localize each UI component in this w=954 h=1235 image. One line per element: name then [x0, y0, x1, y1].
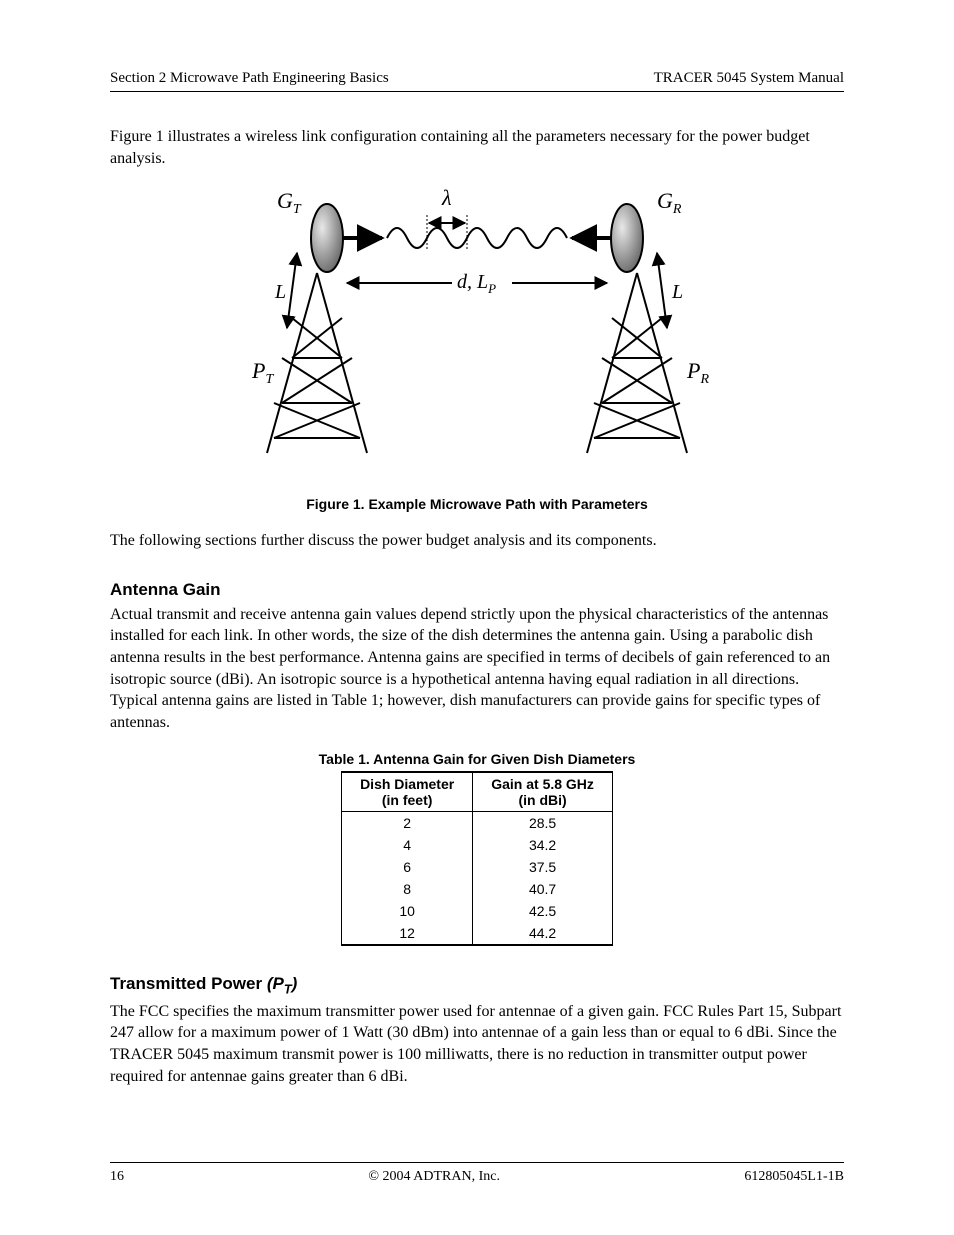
lambda-label: λ — [441, 185, 452, 210]
pr-label: PR — [686, 358, 709, 387]
gr-label: GR — [657, 188, 682, 217]
page: Section 2 Microwave Path Engineering Bas… — [0, 0, 954, 1235]
page-header: Section 2 Microwave Path Engineering Bas… — [110, 70, 844, 92]
table-row: 840.7 — [342, 878, 613, 900]
l-left-label: L — [274, 281, 286, 303]
page-footer: 16 © 2004 ADTRAN, Inc. 612805045L1-1B — [110, 1162, 844, 1185]
header-left: Section 2 Microwave Path Engineering Bas… — [110, 70, 389, 87]
footer-page-number: 16 — [110, 1169, 124, 1185]
table-row: 1042.5 — [342, 900, 613, 922]
header-right: TRACER 5045 System Manual — [654, 70, 844, 87]
footer-doc-number: 612805045L1-1B — [744, 1169, 844, 1185]
transmitted-power-paragraph: The FCC specifies the maximum transmitte… — [110, 1001, 844, 1087]
intro-paragraph: Figure 1 illustrates a wireless link con… — [110, 126, 844, 169]
footer-copyright: © 2004 ADTRAN, Inc. — [368, 1169, 500, 1185]
table-row: 228.5 — [342, 812, 613, 835]
pt-label: PT — [251, 358, 274, 387]
transmitted-power-heading: Transmitted Power (PT) — [110, 974, 844, 996]
figure-caption: Figure 1. Example Microwave Path with Pa… — [110, 496, 844, 512]
table-header-diameter: Dish Diameter(in feet) — [342, 772, 473, 812]
table-row: 434.2 — [342, 834, 613, 856]
after-figure-paragraph: The following sections further discuss t… — [110, 530, 844, 552]
gt-label: GT — [277, 188, 302, 217]
figure-1: λ d, LP L L GT GR PT PR Figure 1. Exampl… — [110, 183, 844, 512]
table-header-gain: Gain at 5.8 GHz(in dBi) — [473, 772, 613, 812]
table-row: 637.5 — [342, 856, 613, 878]
antenna-gain-heading: Antenna Gain — [110, 580, 844, 600]
antenna-gain-paragraph: Actual transmit and receive antenna gain… — [110, 604, 844, 734]
antenna-gain-table: Dish Diameter(in feet) Gain at 5.8 GHz(i… — [341, 771, 613, 946]
table-caption: Table 1. Antenna Gain for Given Dish Dia… — [110, 751, 844, 767]
l-right-label: L — [671, 281, 683, 303]
microwave-path-diagram: λ d, LP L L GT GR PT PR — [197, 183, 757, 473]
table-row: 1244.2 — [342, 922, 613, 945]
